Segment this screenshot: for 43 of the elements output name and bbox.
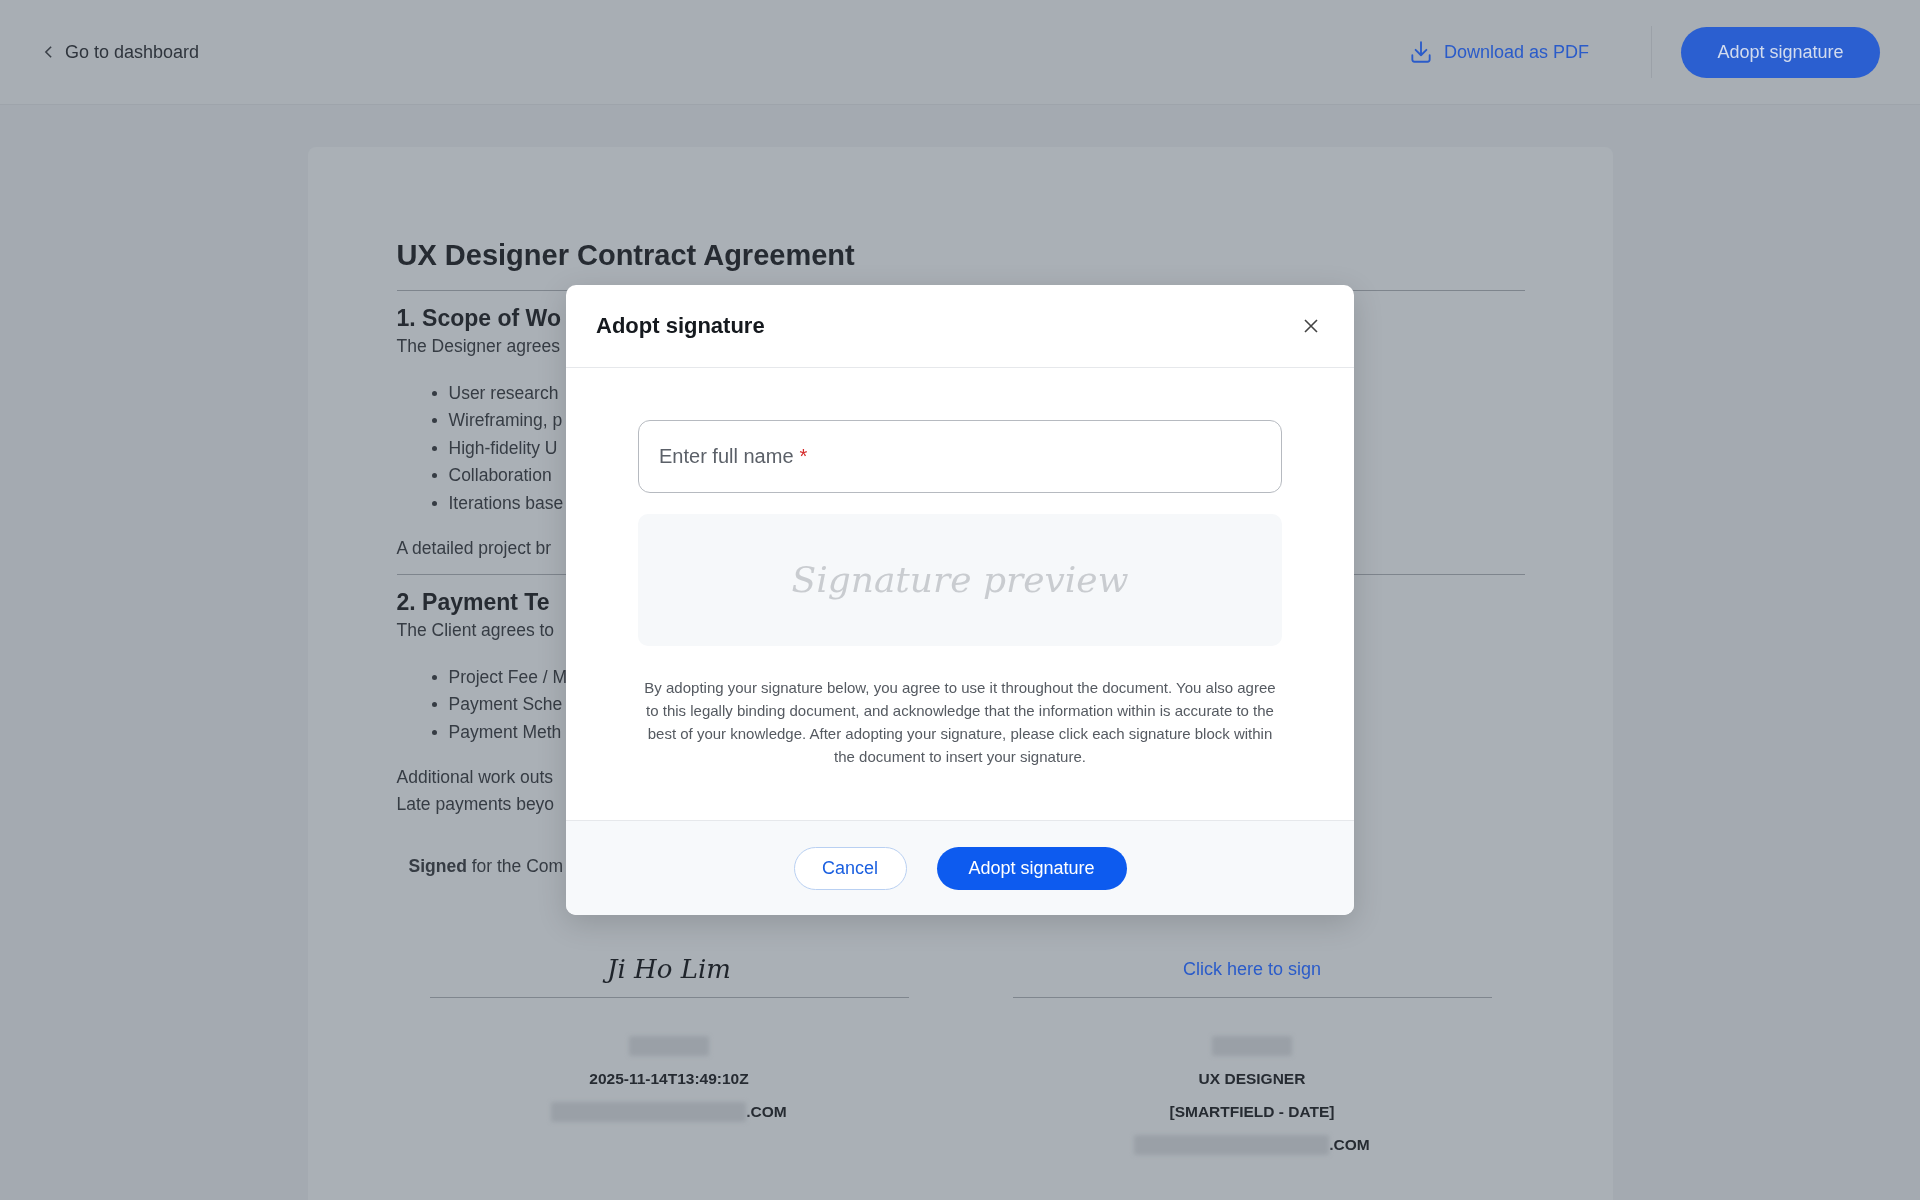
paragraph: The Client agrees to <box>396 618 555 642</box>
list-item: Payment Meth <box>448 720 562 744</box>
bullet-icon <box>431 418 437 424</box>
dialog-title: Adopt signature <box>596 313 765 339</box>
signer-detail: UX DESIGNER <box>1198 1069 1306 1090</box>
list-item: Iterations base <box>448 491 564 515</box>
signer-detail: [SMARTFIELD - DATE] <box>1169 1102 1335 1123</box>
chevron-left-icon <box>44 45 53 59</box>
section-heading: 1. Scope of Wo <box>396 305 561 333</box>
list-item: Project Fee / M <box>448 665 568 689</box>
list-item: High-fidelity U <box>448 436 558 460</box>
disclaimer-text: By adopting your signature below, you agree to use it throughout the document. You also agree to this legally binding document, and acknowledge that the information within is accurate to the best of your knowledge. After adopting your signature, please click each signature block within the document to insert your signature. <box>643 678 1277 767</box>
adopt-signature-button[interactable]: Adopt signature <box>936 846 1127 890</box>
sign-link[interactable]: Click here to sign <box>1182 958 1322 980</box>
bullet-icon <box>431 674 437 680</box>
document-title: UX Designer Contract Agreement <box>396 239 856 272</box>
list-item: Payment Sche <box>448 693 563 717</box>
placeholder-text: Enter full name <box>659 445 794 468</box>
signature: Ji Ho Lim <box>603 951 735 988</box>
email-domain: .COM <box>1329 1135 1370 1156</box>
paragraph: The Designer agrees <box>396 334 560 358</box>
paragraph: Additional work outs <box>396 766 554 790</box>
bullet-icon <box>431 702 437 708</box>
paragraph: Late payments beyo <box>396 793 555 817</box>
required-mark: * <box>799 445 808 468</box>
close-icon <box>1304 319 1318 333</box>
list-item: User research <box>448 381 559 405</box>
email-domain: .COM <box>746 1102 787 1123</box>
section-heading: 2. Payment Te <box>396 589 550 617</box>
bullet-icon <box>431 445 437 451</box>
adopt-signature-button[interactable]: Adopt signature <box>1681 26 1880 78</box>
bullet-icon <box>431 729 437 735</box>
cancel-button[interactable]: Cancel <box>793 846 907 890</box>
name-field[interactable]: Enter full name * <box>638 420 1282 493</box>
bullet-icon <box>431 390 437 396</box>
bullet-icon <box>431 500 437 506</box>
bullet-icon <box>431 473 437 479</box>
back-link[interactable]: Go to dashboard <box>44 41 200 63</box>
signed-line: Signed for the Com <box>408 856 564 878</box>
paragraph: A detailed project br <box>396 537 552 561</box>
list-item: Wireframing, p <box>448 409 563 433</box>
signer-detail: 2025-11-14T13:49:10Z <box>589 1069 749 1090</box>
list-item: Collaboration <box>448 464 552 488</box>
